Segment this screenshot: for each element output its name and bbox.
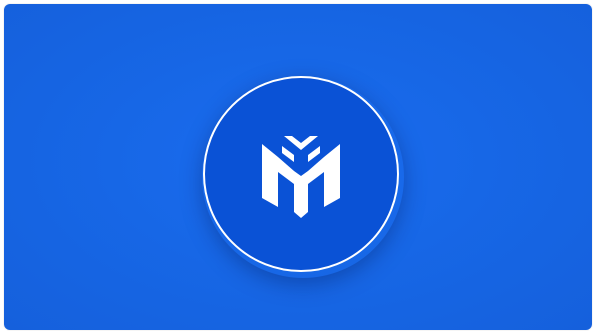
logo-left-diagonal	[278, 157, 294, 184]
logo-right-diagonal	[308, 157, 324, 184]
logo-center-shield	[294, 171, 308, 218]
m-monogram-logo-icon	[262, 136, 340, 218]
brand-banner	[4, 4, 592, 330]
logo-left-wing	[282, 146, 294, 162]
logo-top-chevron	[284, 136, 318, 150]
logo-left-pillar	[262, 144, 278, 207]
logo-right-pillar	[324, 144, 340, 207]
logo-right-wing	[308, 146, 320, 162]
